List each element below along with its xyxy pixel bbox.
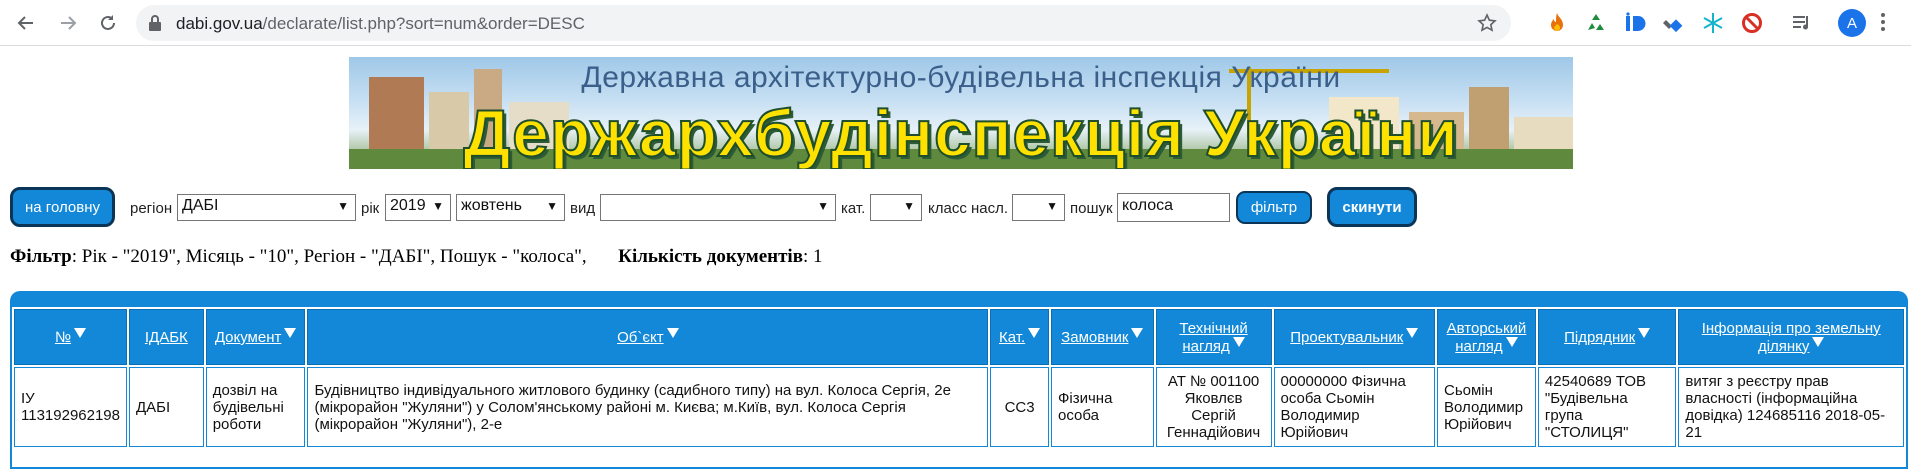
sort-arrow-icon	[1028, 328, 1041, 338]
banner-subtitle: Державна архітектурно-будівельна інспекц…	[581, 61, 1341, 94]
filter-summary-label: Фільтр	[10, 246, 72, 267]
cell-category: СС3	[990, 367, 1049, 447]
lock-icon	[149, 15, 161, 31]
column-header-designer[interactable]: Проектувальник	[1273, 309, 1435, 365]
block-extension-icon[interactable]	[1740, 11, 1764, 35]
cell-tech-supervision: АТ № 001100 Яковлєв Сергій Геннадійович	[1155, 367, 1272, 447]
more-menu-icon[interactable]	[1880, 11, 1886, 33]
home-button[interactable]: на головну	[10, 187, 115, 227]
year-label: рік	[361, 200, 380, 217]
class-label: класс насл.	[928, 200, 1009, 217]
category-label: кат.	[841, 200, 866, 217]
sort-arrow-icon	[666, 328, 679, 338]
sort-link[interactable]: Документ	[215, 329, 282, 346]
year-select[interactable]: 2019 ▼	[385, 194, 451, 221]
region-select-value: ДАБІ	[182, 197, 219, 214]
cell-number: ІУ 113192962198	[14, 367, 127, 447]
table-row: ІУ 113192962198 ДАБІ дозвіл на будівельн…	[14, 367, 1904, 447]
search-input[interactable]: колоса	[1117, 193, 1230, 222]
dropdown-arrow-icon: ▼	[1046, 199, 1058, 213]
recycle-extension-icon[interactable]	[1584, 11, 1608, 35]
cell-land-info: витяг з реєстру прав власності (інформац…	[1678, 367, 1904, 447]
sort-arrow-icon	[1812, 336, 1825, 347]
profile-avatar[interactable]: A	[1838, 9, 1866, 37]
document-count-value: : 1	[802, 246, 823, 267]
sort-arrow-icon	[1131, 328, 1144, 338]
document-count-label: Кількість документів	[618, 246, 803, 267]
cell-author-supervision: Сьомін Володимир Юрійович	[1437, 367, 1536, 447]
column-header-object[interactable]: Об`єкт	[307, 309, 989, 365]
satellite-extension-icon[interactable]	[1662, 11, 1686, 35]
back-button[interactable]	[12, 9, 40, 37]
column-header-category[interactable]: Кат.	[990, 309, 1049, 365]
reset-button[interactable]: скинути	[1327, 187, 1417, 227]
forward-arrow-icon	[61, 16, 77, 30]
column-header-number[interactable]: №	[14, 309, 127, 365]
table-header-row: № ІДАБК Документ Об`єкт Кат. Замовник Те…	[14, 309, 1904, 365]
region-select[interactable]: ДАБІ ▼	[177, 194, 356, 221]
kind-select[interactable]: ▼	[600, 194, 836, 221]
dropdown-arrow-icon: ▼	[432, 199, 444, 213]
cell-designer: 00000000 Фізична особа Сьомін Володимир …	[1273, 367, 1435, 447]
banner-title: Держархбудінспекція України	[462, 95, 1459, 169]
sort-link[interactable]: Об`єкт	[617, 329, 664, 346]
sort-link[interactable]: Кат.	[999, 329, 1025, 346]
address-bar[interactable]: dabi.gov.ua/declarate/list.php?sort=num&…	[136, 5, 1511, 41]
fire-extension-icon[interactable]	[1545, 11, 1569, 35]
sort-arrow-icon	[74, 328, 87, 338]
category-select[interactable]: ▼	[870, 194, 922, 221]
sort-arrow-icon	[1638, 328, 1651, 338]
reload-icon	[101, 15, 115, 30]
column-header-customer[interactable]: Замовник	[1050, 309, 1154, 365]
month-select-value: жовтень	[461, 197, 522, 214]
reload-button[interactable]	[94, 9, 122, 37]
column-header-contractor[interactable]: Підрядник	[1537, 309, 1677, 365]
sort-link[interactable]: Інформація про земельну ділянку	[1702, 320, 1881, 355]
back-arrow-icon	[17, 16, 33, 30]
sort-link[interactable]: Проектувальник	[1290, 329, 1403, 346]
browser-toolbar: dabi.gov.ua/declarate/list.php?sort=num&…	[0, 0, 1911, 46]
forward-button[interactable]	[54, 9, 82, 37]
column-header-land-info[interactable]: Інформація про земельну ділянку	[1678, 309, 1904, 365]
month-select[interactable]: жовтень ▼	[456, 194, 565, 221]
sort-arrow-icon	[1406, 328, 1419, 338]
snowflake-extension-icon[interactable]	[1701, 11, 1725, 35]
filter-summary-text: : Рік - "2019", Місяць - "10", Регіон - …	[71, 246, 587, 267]
search-label: пошук	[1070, 200, 1113, 217]
year-select-value: 2019	[390, 197, 426, 214]
cell-document: дозвіл на будівельні роботи	[205, 367, 306, 447]
cell-idabk: ДАБІ	[128, 367, 204, 447]
dropdown-arrow-icon: ▼	[817, 199, 829, 213]
filter-button[interactable]: фільтр	[1236, 191, 1312, 224]
kind-label: вид	[570, 200, 596, 217]
sort-arrow-icon	[1505, 336, 1518, 347]
url-text: dabi.gov.ua/declarate/list.php?sort=num&…	[176, 14, 585, 33]
sort-link[interactable]: Замовник	[1061, 329, 1128, 346]
column-header-idabk[interactable]: ІДАБК	[128, 309, 204, 365]
filter-summary: Фільтр: Рік - "2019", Місяць - "10", Рег…	[10, 246, 823, 268]
dropdown-arrow-icon: ▼	[337, 199, 349, 213]
dropdown-arrow-icon: ▼	[546, 199, 558, 213]
cell-customer: Фізична особа	[1050, 367, 1154, 447]
sort-link[interactable]: ІДАБК	[145, 329, 188, 346]
column-header-tech-supervision[interactable]: Технічний нагляд	[1155, 309, 1272, 365]
results-table-container: № ІДАБК Документ Об`єкт Кат. Замовник Те…	[10, 291, 1908, 469]
avatar-letter: A	[1846, 14, 1857, 32]
media-control-icon[interactable]	[1790, 11, 1814, 35]
id-extension-icon[interactable]	[1623, 11, 1647, 35]
results-table: № ІДАБК Документ Об`єкт Кат. Замовник Те…	[12, 307, 1906, 449]
sort-link[interactable]: №	[55, 329, 71, 346]
dropdown-arrow-icon: ▼	[903, 199, 915, 213]
sort-arrow-icon	[1232, 336, 1245, 347]
cell-contractor: 42540689 ТОВ "Будівельна група "СТОЛИЦЯ"	[1537, 367, 1677, 447]
bookmark-star-icon[interactable]	[1477, 13, 1497, 33]
column-header-author-supervision[interactable]: Авторський нагляд	[1437, 309, 1536, 365]
column-header-document[interactable]: Документ	[205, 309, 306, 365]
sort-link[interactable]: Підрядник	[1564, 329, 1635, 346]
class-select[interactable]: ▼	[1012, 194, 1065, 221]
header-banner: Державна архітектурно-будівельна інспекц…	[349, 57, 1573, 169]
cell-object: Будівництво індивідуального житлового бу…	[307, 367, 989, 447]
region-label: регіон	[130, 200, 173, 217]
sort-arrow-icon	[284, 328, 297, 338]
